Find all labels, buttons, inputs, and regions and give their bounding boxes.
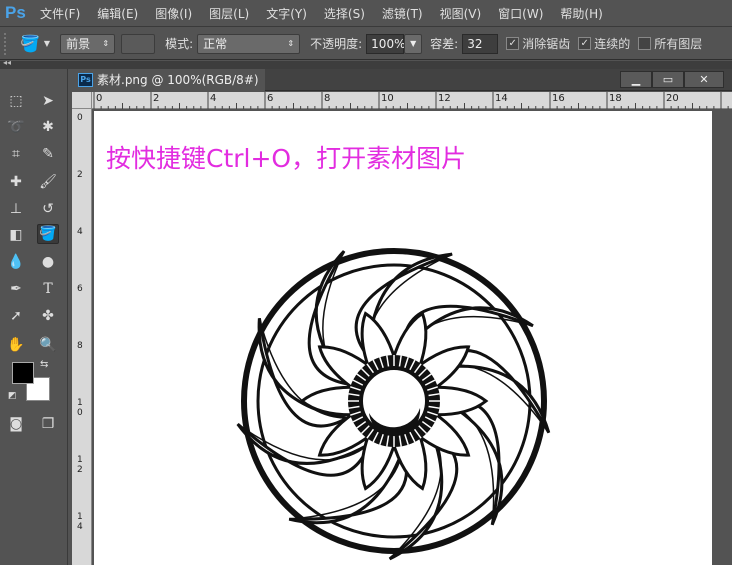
ruler-label: 6	[77, 284, 83, 294]
ruler-label: 12	[438, 93, 451, 104]
document-title-bar: Ps 素材.png @ 100%(RGB/8#) ▁ ▭ ✕	[72, 68, 732, 91]
ruler-label: 6	[267, 93, 274, 104]
menu-image[interactable]: 图像(I)	[155, 5, 192, 22]
zoom-tool-icon[interactable]: 🔍	[37, 335, 59, 355]
tolerance-input[interactable]: 32	[462, 33, 499, 54]
opacity-dropdown-button[interactable]: ▼	[404, 33, 423, 54]
app-logo: Ps	[5, 3, 26, 22]
crop-tool-icon[interactable]: ⌗	[5, 144, 27, 164]
menu-view[interactable]: 视图(V)	[440, 5, 482, 22]
toolbox: ⬚ ➤ ➰ ✱ ⌗ ✎ ✚ 🖌 ⊥ ↺ ◧ 🪣 💧 ● ✒ T ➚ ✤ ✋ 🔍 …	[0, 69, 68, 565]
history-brush-tool-icon[interactable]: ↺	[37, 199, 59, 219]
menu-edit[interactable]: 编辑(E)	[97, 5, 138, 22]
eraser-tool-icon[interactable]: ◧	[5, 225, 27, 245]
close-button[interactable]: ✕	[684, 71, 724, 88]
ruler-label: 10	[381, 93, 394, 104]
canvas[interactable]: 按快捷键Ctrl+O，打开素材图片	[94, 111, 712, 565]
menu-bar: Ps 文件(F) 编辑(E) 图像(I) 图层(L) 文字(Y) 选择(S) 滤…	[0, 0, 732, 27]
menu-filter[interactable]: 滤镜(T)	[382, 5, 423, 22]
document-title: 素材.png @ 100%(RGB/8#)	[97, 73, 259, 87]
mode-label: 模式:	[165, 37, 194, 51]
ruler-ticks	[93, 92, 729, 109]
horizontal-ruler[interactable]: 0 2 4 6 8 10 12 14 16 18 20	[92, 92, 732, 109]
paint-bucket-tool-icon[interactable]: 🪣	[37, 224, 59, 244]
ps-file-icon: Ps	[78, 72, 93, 87]
screen-mode-icon[interactable]: ❐	[37, 414, 59, 434]
menu-type[interactable]: 文字(Y)	[266, 5, 307, 22]
instruction-caption: 按快捷键Ctrl+O，打开素材图片	[106, 144, 467, 173]
ruler-corner	[72, 92, 92, 109]
ruler-label: 1 4	[77, 512, 83, 532]
magic-wand-tool-icon[interactable]: ✱	[37, 117, 59, 137]
quick-mask-icon[interactable]: ◙	[5, 414, 27, 434]
ruler-label: 0	[77, 113, 83, 123]
blur-tool-icon[interactable]: 💧	[5, 252, 27, 272]
menu-help[interactable]: 帮助(H)	[560, 5, 602, 22]
brush-tool-icon[interactable]: 🖌	[37, 172, 59, 192]
options-bar: 🪣 ▼ 前景 ⇕ 模式: 正常 ⇕ 不透明度: 100% ▼ 容差: 32 ✓ 消除锯…	[0, 28, 732, 60]
pattern-picker[interactable]	[121, 33, 156, 54]
antialias-checkbox[interactable]: ✓	[506, 37, 520, 50]
move-tool-icon[interactable]: ➤	[37, 91, 59, 111]
menu-layer[interactable]: 图层(L)	[209, 5, 249, 22]
menu-file[interactable]: 文件(F)	[40, 5, 80, 22]
healing-brush-tool-icon[interactable]: ✚	[5, 172, 27, 192]
mode-value: 正常	[203, 37, 228, 51]
document-window: Ps 素材.png @ 100%(RGB/8#) ▁ ▭ ✕ 0 2 4 6 8…	[72, 68, 732, 565]
paint-bucket-tool-preset-icon[interactable]: 🪣	[20, 34, 40, 53]
custom-shape-tool-icon[interactable]: ✤	[37, 306, 59, 326]
contiguous-checkbox[interactable]: ✓	[578, 37, 592, 50]
ruler-label: 8	[77, 341, 83, 351]
ruler-label: 2	[153, 93, 160, 104]
pen-tool-icon[interactable]: ✒	[5, 279, 27, 299]
ruler-label: 20	[666, 93, 679, 104]
foreground-color-swatch[interactable]	[12, 362, 34, 384]
ruler-label: 4	[77, 227, 83, 237]
tolerance-label: 容差:	[430, 37, 459, 51]
menu-window[interactable]: 窗口(W)	[498, 5, 543, 22]
eyedropper-tool-icon[interactable]: ✎	[37, 144, 59, 164]
flower-artwork	[236, 248, 551, 561]
mode-select[interactable]: 正常 ⇕	[197, 33, 301, 54]
ruler-label: 0	[96, 93, 103, 104]
collapse-icon[interactable]: ◂◂	[3, 58, 11, 67]
all-layers-checkbox[interactable]	[638, 37, 652, 50]
ruler-label: 2	[77, 170, 83, 180]
dodge-tool-icon[interactable]: ●	[37, 252, 59, 272]
all-layers-label: 所有图层	[654, 37, 703, 51]
type-tool-icon[interactable]: T	[37, 279, 59, 299]
chevron-down-icon[interactable]: ▼	[44, 39, 50, 48]
contiguous-label: 连续的	[594, 37, 631, 51]
clone-stamp-tool-icon[interactable]: ⊥	[5, 199, 27, 219]
lasso-tool-icon[interactable]: ➰	[5, 117, 27, 137]
ruler-label: 16	[552, 93, 565, 104]
ruler-label: 14	[495, 93, 508, 104]
ruler-label: 8	[324, 93, 331, 104]
default-colors-icon[interactable]: ◩	[8, 391, 17, 401]
grip-handle[interactable]	[4, 32, 12, 55]
hand-tool-icon[interactable]: ✋	[5, 335, 27, 355]
path-selection-tool-icon[interactable]: ➚	[5, 306, 27, 326]
opacity-label: 不透明度:	[310, 37, 363, 51]
document-tab[interactable]: Ps 素材.png @ 100%(RGB/8#)	[72, 68, 265, 91]
antialias-label: 消除锯齿	[522, 37, 571, 51]
ruler-label: 1 0	[77, 398, 83, 418]
fill-source-select[interactable]: 前景 ⇕	[60, 33, 116, 54]
vertical-ruler[interactable]: 0 2 4 6 8 1 0 1 2 1 4	[72, 109, 92, 565]
ruler-label: 1 2	[77, 455, 83, 475]
marquee-tool-icon[interactable]: ⬚	[5, 91, 27, 111]
ruler-label: 18	[609, 93, 622, 104]
minimize-button[interactable]: ▁	[620, 71, 652, 88]
ruler-label: 4	[210, 93, 217, 104]
maximize-button[interactable]: ▭	[652, 71, 684, 88]
fill-source-value: 前景	[66, 37, 91, 51]
menu-select[interactable]: 选择(S)	[324, 5, 365, 22]
swap-colors-icon[interactable]: ⇆	[40, 359, 48, 370]
opacity-input[interactable]: 100%	[366, 33, 405, 54]
